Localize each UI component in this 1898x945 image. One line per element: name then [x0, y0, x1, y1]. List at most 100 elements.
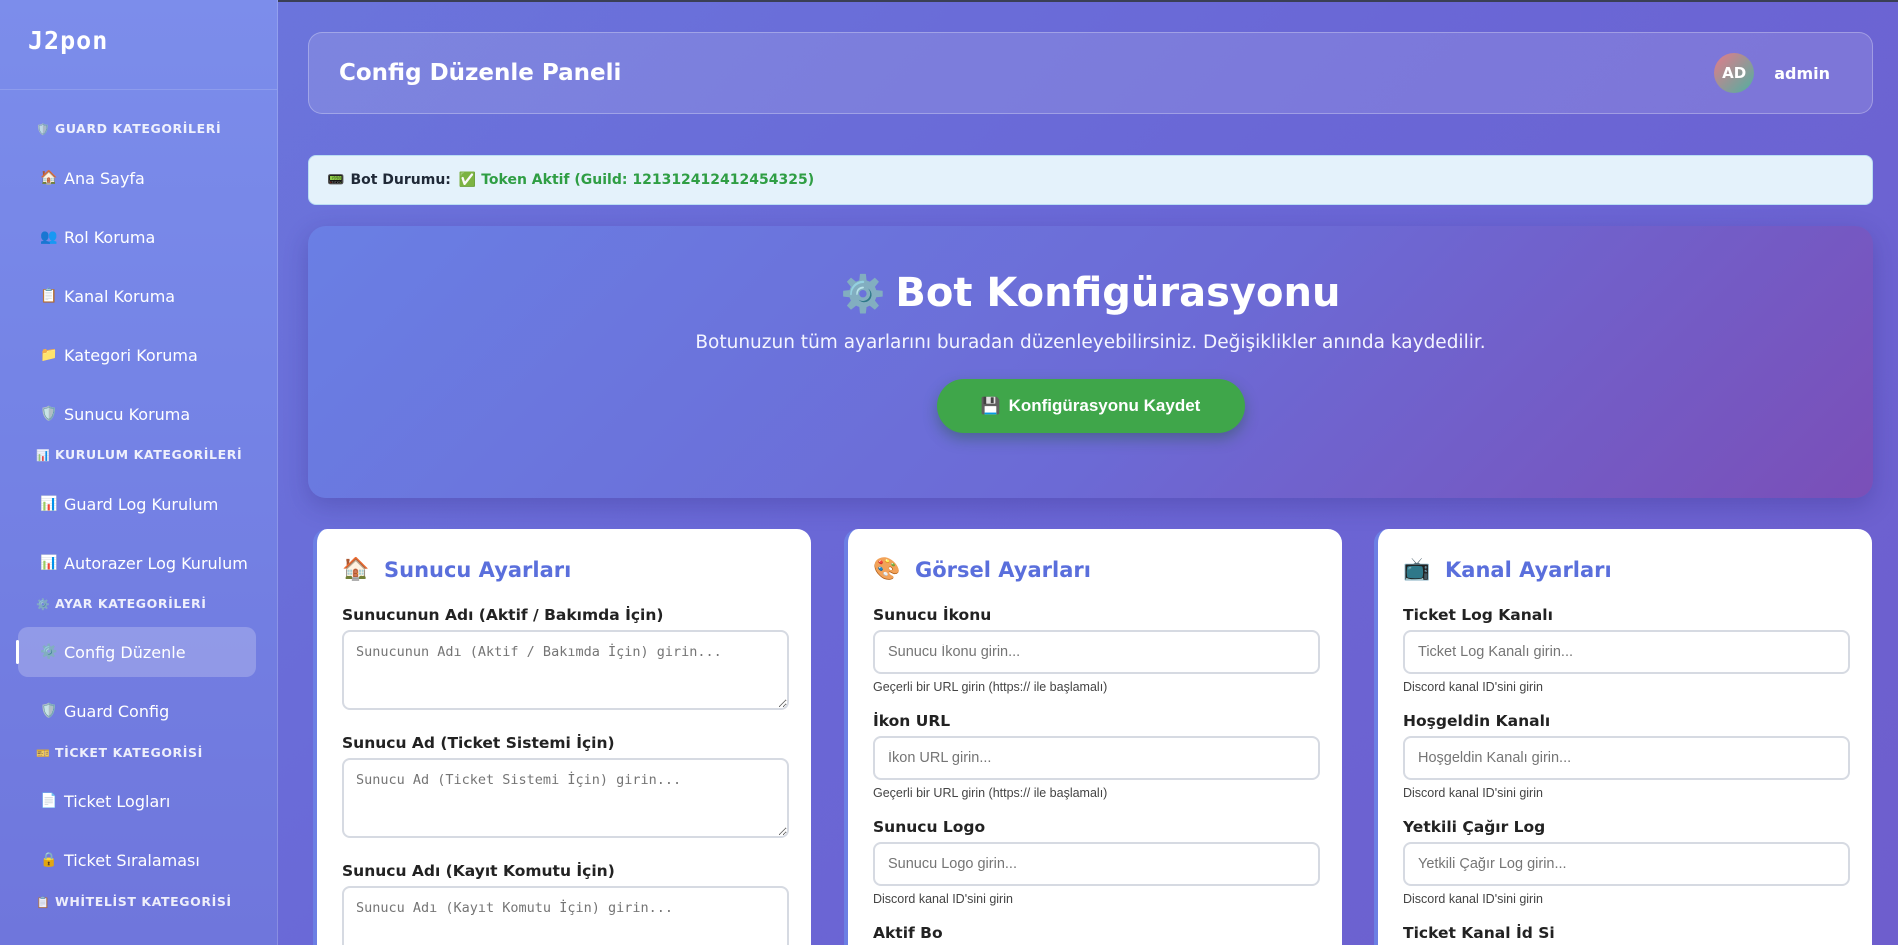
field-label: Ticket Log Kanalı [1403, 606, 1553, 624]
brand-logo[interactable]: J2pon [0, 0, 277, 90]
field-label: Sunucunun Adı (Aktif / Bakımda İçin) [342, 606, 664, 624]
shield-icon: 🛡️ [36, 123, 51, 136]
bot-status-label: Bot Durumu: [350, 172, 451, 188]
sidebar-item-rol-koruma[interactable]: 👥 Rol Koruma [18, 212, 256, 262]
lock-icon: 🔒 [40, 852, 58, 868]
clipboard-icon: 📋 [40, 288, 58, 304]
users-icon: 👥 [40, 229, 58, 245]
field-label: Ticket Kanal İd Si [1403, 924, 1555, 942]
field-label: Sunucu İkonu [873, 606, 992, 624]
server-settings-card: 🏠 Sunucu Ayarları Sunucunun Adı (Aktif / … [313, 529, 811, 945]
sidebar-item-label: Autorazer Log Kurulum [64, 553, 248, 573]
bot-status-text: Token Aktif (Guild: 121312412412454325) [481, 172, 815, 188]
gear-icon: ⚙️ [36, 598, 51, 611]
sidebar-item-label: Ana Sayfa [64, 168, 145, 188]
chart-icon: 📊 [40, 555, 58, 571]
field-hint: Geçerli bir URL girin (https:// ile başl… [873, 680, 1108, 694]
card-title: 📺 Kanal Ayarları [1403, 557, 1847, 582]
sidebar-category-ticket: 🎫 TİCKET KATEGORİSİ [36, 745, 203, 760]
staff-call-log-input[interactable] [1403, 842, 1850, 886]
bot-status-value: ✅ Token Aktif (Guild: 121312412412454325… [459, 172, 814, 188]
sidebar-category-label: WHİTELİST KATEGORİSİ [54, 894, 232, 909]
sidebar-category-guard: 🛡️ GUARD KATEGORİLERİ [36, 121, 221, 136]
sidebar-item-ticket-loglari[interactable]: 📄 Ticket Logları [18, 776, 256, 826]
field-label: Sunucu Ad (Ticket Sistemi İçin) [342, 734, 615, 752]
field-label: Sunucu Adı (Kayıt Komutu İçin) [342, 862, 615, 880]
sidebar-item-label: Kanal Koruma [64, 286, 176, 306]
hero-title: ⚙️ Bot Konfigürasyonu [308, 270, 1873, 316]
document-icon: 📄 [40, 793, 58, 809]
shield-icon: 🛡️ [40, 406, 58, 422]
sidebar-category-label: GUARD KATEGORİLERİ [54, 121, 222, 136]
field-hint: Discord kanal ID'sini girin [1403, 680, 1543, 694]
field-label: Sunucu Logo [873, 818, 986, 836]
field-label: İkon URL [873, 712, 951, 730]
avatar[interactable]: AD [1714, 53, 1755, 93]
home-icon: 🏠 [342, 557, 370, 582]
sidebar-item-ana-sayfa[interactable]: 🏠 Ana Sayfa [18, 153, 256, 203]
palette-icon: 🎨 [873, 557, 901, 582]
sidebar: J2pon 🛡️ GUARD KATEGORİLERİ 🏠 Ana Sayfa 👥… [0, 0, 278, 945]
home-icon: 🏠 [40, 170, 58, 186]
username[interactable]: admin [1774, 64, 1830, 83]
visual-settings-card: 🎨 Görsel Ayarları Sunucu İkonu Geçerli bi… [844, 529, 1342, 945]
sidebar-item-ticket-siralamasi[interactable]: 🔒 Ticket Sıralaması [18, 835, 256, 885]
sidebar-item-label: Guard Log Kurulum [64, 494, 219, 514]
tv-icon: 📺 [1403, 557, 1431, 582]
floppy-disk-icon: 💾 [980, 398, 1001, 415]
sidebar-category-label: AYAR KATEGORİLERİ [54, 596, 207, 611]
server-name-register-input[interactable] [342, 886, 789, 945]
sidebar-item-config-duzenle[interactable]: ⚙️ Config Düzenle [16, 627, 256, 677]
check-icon: ✅ [458, 172, 477, 188]
server-icon-input[interactable] [873, 630, 1320, 674]
sidebar-item-label: Config Düzenle [64, 642, 186, 662]
gear-icon: ⚙️ [840, 274, 886, 315]
icon-url-input[interactable] [873, 736, 1320, 780]
sidebar-item-kanal-koruma[interactable]: 📋 Kanal Koruma [18, 271, 256, 321]
field-hint: Discord kanal ID'sini girin [873, 892, 1013, 906]
sidebar-category-ayar: ⚙️ AYAR KATEGORİLERİ [36, 596, 207, 611]
server-name-status-input[interactable] [342, 630, 789, 710]
sidebar-item-label: Ticket Logları [64, 791, 171, 811]
sidebar-item-guard-config[interactable]: 🛡️ Guard Config [18, 686, 256, 736]
welcome-channel-input[interactable] [1403, 736, 1850, 780]
sidebar-item-label: Rol Koruma [64, 227, 156, 247]
server-logo-input[interactable] [873, 842, 1320, 886]
sidebar-item-kategori-koruma[interactable]: 📁 Kategori Koruma [18, 330, 256, 380]
sidebar-item-label: Kategori Koruma [64, 345, 198, 365]
chart-icon: 📊 [40, 496, 58, 512]
card-title-text: Kanal Ayarları [1445, 557, 1612, 582]
field-hint: Geçerli bir URL girin (https:// ile başl… [873, 786, 1108, 800]
page-header: Config Düzenle Paneli AD admin [308, 32, 1873, 114]
sidebar-category-label: KURULUM KATEGORİLERİ [54, 447, 243, 462]
server-name-ticket-input[interactable] [342, 758, 789, 838]
shield-icon: 🛡️ [40, 703, 58, 719]
sidebar-item-sunucu-koruma[interactable]: 🛡️ Sunucu Koruma [18, 389, 256, 439]
field-label: Yetkili Çağır Log [1403, 818, 1546, 836]
pager-icon: 📟 [327, 172, 345, 188]
gear-icon: ⚙️ [40, 644, 58, 660]
sidebar-item-guard-log-kurulum[interactable]: 📊 Guard Log Kurulum [18, 479, 256, 529]
sidebar-item-label: Ticket Sıralaması [64, 850, 200, 870]
card-title: 🏠 Sunucu Ayarları [342, 557, 786, 582]
sidebar-category-whitelist: 📋 WHİTELİST KATEGORİSİ [36, 894, 232, 909]
save-config-button[interactable]: 💾 Konfigürasyonu Kaydet [936, 379, 1245, 433]
folder-icon: 📁 [40, 347, 58, 363]
chart-icon: 📊 [36, 449, 51, 462]
ticket-icon: 🎫 [36, 747, 51, 760]
sidebar-item-autorazer-log-kurulum[interactable]: 📊 Autorazer Log Kurulum [18, 538, 256, 588]
field-label: Hoşgeldin Kanalı [1403, 712, 1551, 730]
sidebar-item-label: Guard Config [64, 701, 170, 721]
field-hint: Discord kanal ID'sini girin [1403, 786, 1543, 800]
page-title: Config Düzenle Paneli [339, 60, 622, 86]
channel-settings-card: 📺 Kanal Ayarları Ticket Log Kanalı Discor… [1374, 529, 1872, 945]
hero-subtitle: Botunuzun tüm ayarlarını buradan düzenle… [695, 332, 1486, 353]
sidebar-item-label: Sunucu Koruma [64, 404, 191, 424]
field-label: Aktif Bo [873, 924, 943, 942]
ticket-log-channel-input[interactable] [1403, 630, 1850, 674]
clipboard-icon: 📋 [36, 896, 51, 909]
card-title-text: Sunucu Ayarları [384, 557, 572, 582]
config-hero: ⚙️ Bot Konfigürasyonu Botunuzun tüm ayarl… [308, 226, 1873, 498]
bot-status-bar: 📟 Bot Durumu: ✅ Token Aktif (Guild: 1213… [308, 155, 1873, 205]
card-title: 🎨 Görsel Ayarları [873, 557, 1317, 582]
